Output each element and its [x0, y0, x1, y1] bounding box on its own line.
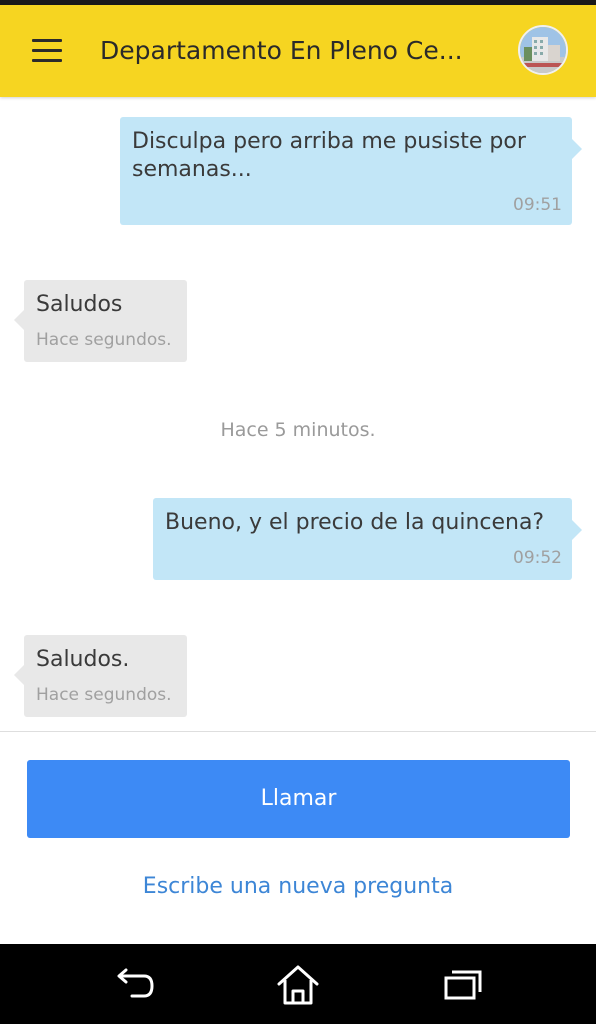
message-time: Hace segundos. [36, 685, 172, 705]
message-time: 09:51 [513, 195, 562, 215]
message-text: Disculpa pero arriba me pusiste por [132, 129, 526, 154]
message-text: Saludos [36, 292, 123, 317]
incoming-message: Saludos Hace segundos. [14, 280, 187, 362]
system-navigation-bar [0, 944, 596, 1024]
message-text: Bueno, y el precio de la quincena? [165, 510, 545, 535]
chat-thread[interactable]: Disculpa pero arriba me pusiste por sema… [0, 97, 596, 732]
message-text: Saludos. [36, 647, 130, 672]
recents-icon[interactable] [440, 962, 486, 1008]
back-icon[interactable] [110, 962, 156, 1008]
incoming-message: Saludos. Hace segundos. [14, 635, 187, 717]
hamburger-menu-icon[interactable] [32, 39, 62, 63]
property-thumbnail-icon [520, 27, 566, 73]
new-question-link[interactable]: Escribe una nueva pregunta [0, 874, 596, 899]
message-time: 09:52 [513, 548, 562, 568]
avatar[interactable] [518, 25, 568, 75]
message-time: Hace segundos. [36, 330, 172, 350]
divider [0, 731, 596, 732]
outgoing-message: Bueno, y el precio de la quincena? 09:52 [153, 498, 582, 580]
app-bar: Departamento En Pleno Ce... [0, 5, 596, 97]
outgoing-message: Disculpa pero arriba me pusiste por sema… [120, 117, 582, 225]
home-icon[interactable] [275, 962, 321, 1008]
time-divider: Hace 5 minutos. [220, 419, 376, 441]
message-text: semanas... [132, 157, 252, 182]
page-title: Departamento En Pleno Ce... [100, 36, 463, 65]
call-button[interactable]: Llamar [27, 760, 570, 838]
